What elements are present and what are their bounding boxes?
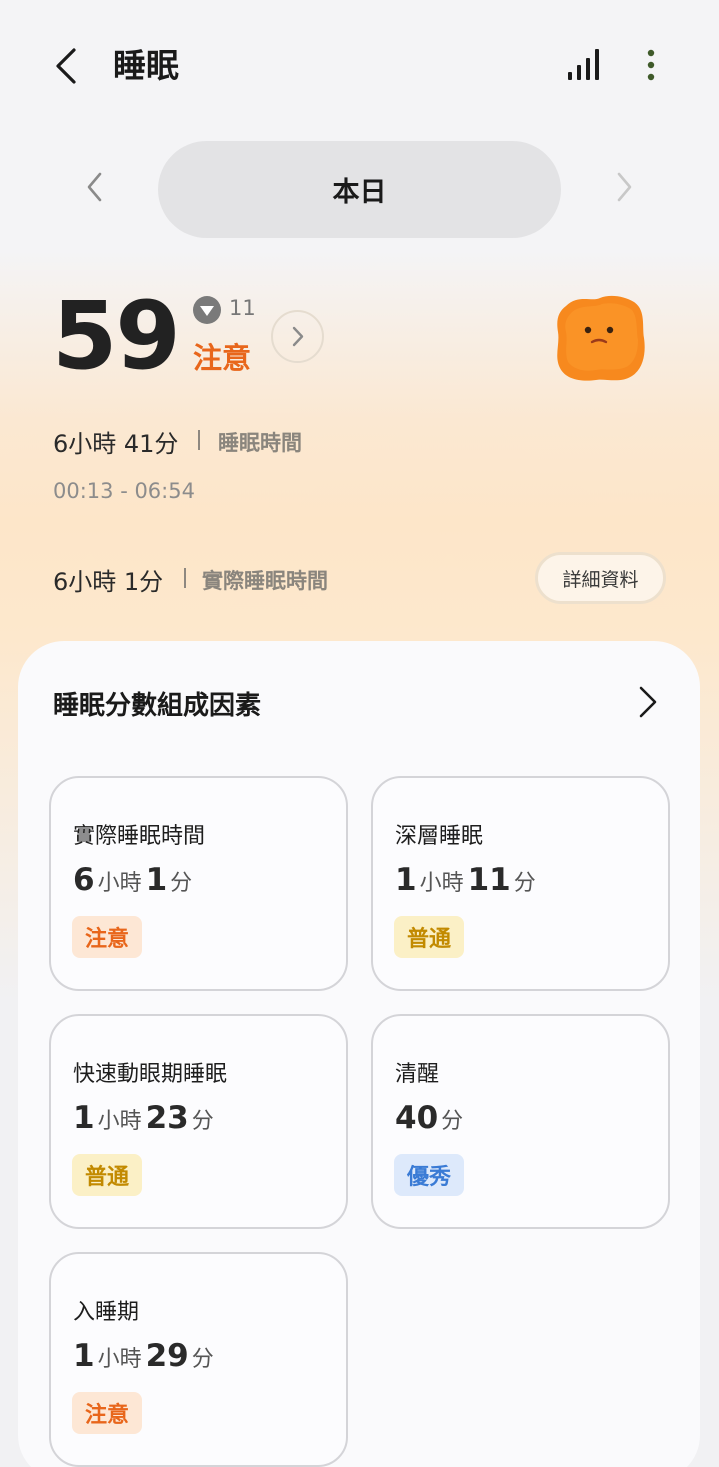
factor-value: 6 小時 1 分 (73, 862, 196, 898)
chevron-left-icon (87, 172, 102, 202)
factor-value: 40 分 (395, 1100, 467, 1136)
factor-hours: 6 (73, 862, 95, 898)
factor-status-badge: 注意 (72, 916, 143, 958)
factor-hours-unit: 小時 (419, 871, 464, 896)
factor-tile-light-sleep[interactable]: 入睡期 1 小時 29 分 注意 (49, 1252, 348, 1467)
factor-hours-unit: 小時 (97, 1347, 142, 1372)
factor-minutes: 29 (145, 1338, 189, 1374)
factor-tile-rem-sleep[interactable]: 快速動眼期睡眠 1 小時 23 分 普通 (49, 1014, 348, 1229)
chevron-right-icon (292, 326, 304, 347)
factor-minutes-unit: 分 (191, 1347, 214, 1372)
factor-tile-actual-sleep[interactable]: 實際睡眠時間 6 小時 1 分 注意 (49, 776, 348, 991)
factor-hours: 1 (73, 1338, 95, 1374)
factor-status-badge: 注意 (72, 1392, 143, 1434)
more-vertical-icon (647, 49, 655, 81)
score-change: 11 (229, 296, 256, 320)
more-options-button[interactable] (636, 44, 666, 88)
factors-more-button[interactable] (630, 684, 664, 720)
divider (184, 568, 186, 588)
sleep-duration-label: 睡眠時間 (218, 431, 302, 455)
details-button-label: 詳細資料 (562, 568, 639, 591)
signal-bars-icon (568, 49, 599, 80)
chevron-right-icon (639, 686, 657, 718)
factor-minutes: 23 (145, 1100, 189, 1136)
sleep-score: 59 (52, 282, 181, 391)
factor-tile-awake[interactable]: 清醒 40 分 優秀 (371, 1014, 670, 1229)
actual-sleep-duration: 6小時 1分 (53, 568, 164, 596)
factor-minutes-unit: 分 (170, 871, 193, 896)
factor-minutes-unit: 分 (441, 1109, 464, 1134)
factor-value: 1 小時 23 分 (73, 1100, 218, 1136)
factor-minutes: 40 (395, 1100, 439, 1136)
divider (198, 430, 200, 450)
factor-value: 1 小時 11 分 (395, 862, 540, 898)
next-date-button[interactable] (607, 168, 641, 206)
factor-tile-deep-sleep[interactable]: 深層睡眠 1 小時 11 分 普通 (371, 776, 670, 991)
factor-minutes-unit: 分 (513, 871, 536, 896)
sleep-time-range: 00:13 - 06:54 (53, 479, 195, 503)
factor-name: 清醒 (395, 1062, 440, 1087)
date-label: 本日 (332, 177, 387, 208)
triangle-down-icon (193, 296, 221, 324)
details-button[interactable]: 詳細資料 (535, 552, 666, 604)
date-selector[interactable]: 本日 (158, 141, 561, 238)
actual-sleep-label: 實際睡眠時間 (202, 569, 328, 593)
factor-minutes: 1 (145, 862, 168, 898)
back-button[interactable] (48, 44, 88, 88)
factors-title: 睡眠分數組成因素 (53, 691, 262, 721)
factor-minutes-unit: 分 (191, 1109, 214, 1134)
factor-name: 快速動眼期睡眠 (73, 1062, 228, 1087)
factor-hours-unit: 小時 (97, 871, 142, 896)
factor-status-badge: 優秀 (394, 1154, 465, 1196)
factor-status-badge: 普通 (394, 916, 465, 958)
factor-name: 實際睡眠時間 (73, 824, 206, 849)
factor-hours: 1 (395, 862, 417, 898)
factor-status-badge: 普通 (72, 1154, 143, 1196)
factor-hours: 1 (73, 1100, 95, 1136)
sleep-mascot-icon (557, 295, 645, 381)
factor-hours-unit: 小時 (97, 1109, 142, 1134)
score-status: 注意 (193, 341, 252, 375)
sleep-duration: 6小時 41分 (53, 430, 179, 458)
factor-value: 1 小時 29 分 (73, 1338, 218, 1374)
factor-name: 深層睡眠 (395, 824, 484, 849)
chevron-right-icon (617, 172, 632, 202)
app-header: 睡眠 (0, 0, 719, 130)
trends-button[interactable] (564, 44, 604, 84)
factor-name: 入睡期 (73, 1300, 140, 1325)
chevron-left-icon (56, 48, 76, 84)
previous-date-button[interactable] (78, 168, 112, 206)
page-title: 睡眠 (113, 46, 179, 85)
factor-minutes: 11 (467, 862, 511, 898)
score-info-button[interactable] (271, 310, 324, 363)
